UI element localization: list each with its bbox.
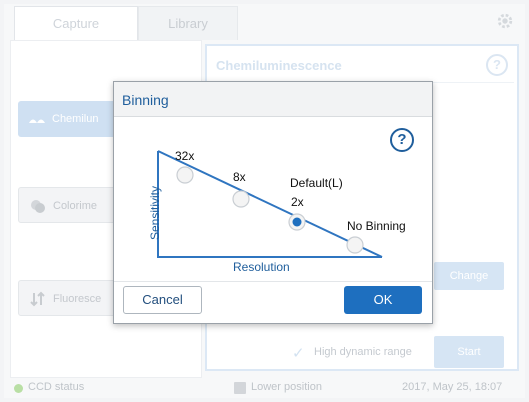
- tray-position-label: Lower position: [251, 381, 322, 393]
- start-button[interactable]: Start: [434, 336, 504, 368]
- cancel-button[interactable]: Cancel: [123, 286, 202, 314]
- mode-label: Colorime: [53, 200, 98, 212]
- change-button[interactable]: Change: [434, 262, 504, 290]
- option-32x-radio[interactable]: [176, 166, 194, 184]
- option-8x-label[interactable]: 8x: [233, 170, 246, 184]
- option-no-binning-radio[interactable]: [346, 236, 364, 254]
- x-axis-label: Resolution: [233, 260, 290, 274]
- option-8x-radio[interactable]: [232, 190, 250, 208]
- tab-capture[interactable]: Capture: [14, 6, 138, 40]
- option-2x-caption: Default(L): [290, 176, 343, 190]
- dialog-divider: [114, 281, 432, 282]
- tab-library[interactable]: Library: [138, 6, 238, 40]
- radio-selected-dot: [292, 217, 302, 227]
- panel-title: Chemiluminescence: [216, 58, 342, 73]
- gear-icon[interactable]: [496, 12, 514, 30]
- option-32x-label[interactable]: 32x: [175, 149, 194, 163]
- mode-chemiluminescence-button[interactable]: Chemilun: [18, 101, 118, 137]
- ok-button[interactable]: OK: [344, 286, 422, 314]
- fluorescence-icon: [30, 291, 45, 307]
- checkmark-icon[interactable]: ✓: [292, 344, 305, 362]
- high-dynamic-range-label: High dynamic range: [314, 346, 412, 358]
- help-icon[interactable]: ?: [486, 54, 508, 76]
- binning-graph: 32x 8x Default(L) 2x No Binning Sensitiv…: [114, 140, 414, 280]
- ccd-status-indicator-icon: [14, 384, 23, 393]
- colorimetric-icon: [31, 200, 45, 213]
- mode-label: Fluoresce: [53, 293, 102, 305]
- mode-label: Chemilun: [52, 113, 99, 125]
- datetime-label: 2017, May 25, 18:07: [402, 381, 503, 393]
- option-2x-label[interactable]: 2x: [291, 195, 304, 209]
- mode-fluorescence-button[interactable]: Fluoresce: [18, 280, 118, 316]
- ccd-status-label: CCD status: [28, 381, 85, 393]
- mode-colorimetric-button[interactable]: Colorime: [18, 187, 118, 223]
- chemi-icon: [29, 119, 45, 123]
- dialog-title: Binning: [122, 92, 169, 108]
- option-no-binning-label[interactable]: No Binning: [347, 219, 406, 233]
- y-axis-label: Sensitivity: [148, 185, 162, 240]
- tray-icon: [234, 382, 246, 394]
